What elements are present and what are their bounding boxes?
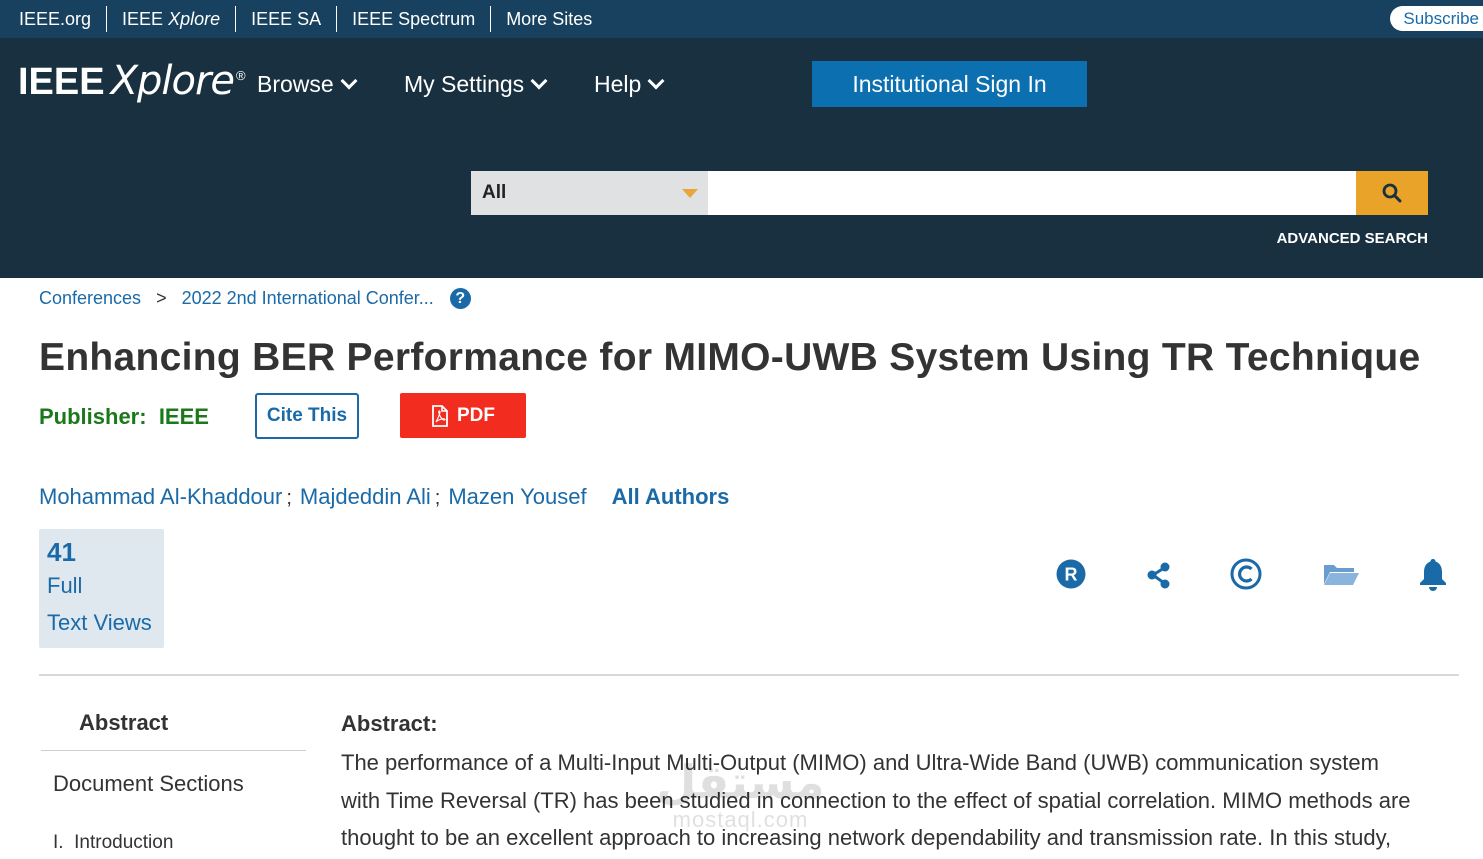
logo-ieee-text: IEEE — [18, 61, 105, 103]
search-button[interactable] — [1356, 171, 1428, 215]
abstract-line: thought to be an excellent approach to i… — [341, 825, 1392, 850]
nav-help-label: Help — [594, 71, 642, 97]
search-input[interactable] — [708, 171, 1356, 215]
utility-link-more-sites[interactable]: More Sites — [491, 6, 607, 32]
section-divider — [39, 674, 1459, 676]
publisher: Publisher: IEEE — [39, 404, 209, 430]
abstract-heading: Abstract: — [341, 711, 438, 736]
nav-my-settings[interactable]: My Settings — [404, 71, 548, 98]
institutional-sign-in-button[interactable]: Institutional Sign In — [812, 61, 1087, 107]
pdf-file-icon — [432, 404, 448, 427]
utility-bar: IEEE.org IEEE Xplore IEEE SA IEEE Spectr… — [0, 0, 1483, 38]
logo-registered-mark: ® — [236, 68, 246, 84]
sidebar-item-abstract[interactable]: Abstract — [79, 710, 168, 736]
breadcrumb-conference[interactable]: 2022 2nd International Confer... — [182, 288, 434, 309]
publisher-label: Publisher: — [39, 404, 147, 429]
subscribe-button[interactable]: Subscribe — [1390, 6, 1483, 31]
share-icon[interactable] — [1147, 556, 1171, 590]
utility-link-ieee-org[interactable]: IEEE.org — [19, 6, 108, 32]
breadcrumb-conferences[interactable]: Conferences — [39, 288, 141, 309]
author-link[interactable]: Mazen Yousef — [448, 484, 586, 510]
search-bar: All — [471, 171, 1428, 215]
pdf-button-label: PDF — [457, 404, 495, 426]
utility-link-ieee-sa[interactable]: IEEE SA — [236, 6, 338, 32]
nav-browse[interactable]: Browse — [257, 71, 358, 98]
abstract-line: The performance of a Multi-Input Multi-O… — [341, 750, 1379, 775]
search-scope-value: All — [482, 182, 507, 203]
abstract-line: with Time Reversal (TR) has been studied… — [341, 787, 1411, 813]
utility-links: IEEE.org IEEE Xplore IEEE SA IEEE Spectr… — [0, 6, 607, 32]
folder-icon[interactable] — [1322, 556, 1360, 590]
nav-my-settings-label: My Settings — [404, 71, 525, 97]
pdf-button[interactable]: PDF — [400, 393, 526, 438]
advanced-search-link[interactable]: ADVANCED SEARCH — [1277, 230, 1428, 247]
abstract-text: The performance of a Multi-Input Multi-O… — [341, 744, 1451, 857]
full-text-views-card: 41 Full Text Views — [39, 529, 164, 648]
search-icon — [1382, 183, 1402, 203]
article-actions: R — [1050, 556, 1450, 592]
views-label-line2: Text Views — [47, 610, 152, 635]
sidebar-item-document-sections[interactable]: Document Sections — [53, 771, 244, 797]
bell-icon[interactable] — [1418, 556, 1448, 592]
views-count: 41 — [47, 537, 76, 567]
author-separator: ; — [434, 487, 441, 509]
chevron-down-icon — [340, 72, 358, 90]
caret-down-icon — [682, 189, 698, 198]
svg-text:R: R — [1065, 565, 1078, 585]
sidebar-divider — [41, 750, 306, 751]
rights-r-icon[interactable]: R — [1055, 556, 1087, 590]
help-icon[interactable]: ? — [449, 288, 471, 309]
copyright-icon[interactable] — [1230, 556, 1264, 590]
nav-help[interactable]: Help — [594, 71, 665, 98]
nav-browse-label: Browse — [257, 71, 334, 97]
views-label-line1: Full — [47, 573, 83, 598]
chevron-down-icon — [647, 72, 665, 90]
utility-link-ieee-spectrum[interactable]: IEEE Spectrum — [337, 6, 492, 32]
cite-this-button[interactable]: Cite This — [255, 393, 359, 439]
breadcrumb: Conferences > 2022 2nd International Con… — [39, 288, 471, 309]
logo-xplore-text: Xplore — [110, 58, 235, 104]
site-header: IEEE Xplore ® Browse My Settings Help Inst… — [0, 38, 1483, 278]
chevron-down-icon — [530, 72, 548, 90]
breadcrumb-separator: > — [156, 288, 167, 308]
sidebar-item-introduction[interactable]: I. Introduction — [53, 832, 173, 854]
search-scope-select[interactable]: All — [471, 171, 708, 215]
author-link[interactable]: Mohammad Al-Khaddour — [39, 484, 282, 510]
author-list: Mohammad Al-Khaddour ; Majdeddin Ali ; M… — [39, 484, 729, 510]
all-authors-link[interactable]: All Authors — [612, 484, 730, 510]
author-link[interactable]: Majdeddin Ali — [300, 484, 431, 510]
author-separator: ; — [286, 487, 292, 509]
ieee-xplore-logo[interactable]: IEEE Xplore ® — [18, 58, 246, 104]
page-title: Enhancing BER Performance for MIMO-UWB S… — [39, 336, 1421, 379]
publisher-name: IEEE — [158, 404, 209, 429]
utility-link-ieee-xplore[interactable]: IEEE Xplore — [107, 6, 237, 32]
